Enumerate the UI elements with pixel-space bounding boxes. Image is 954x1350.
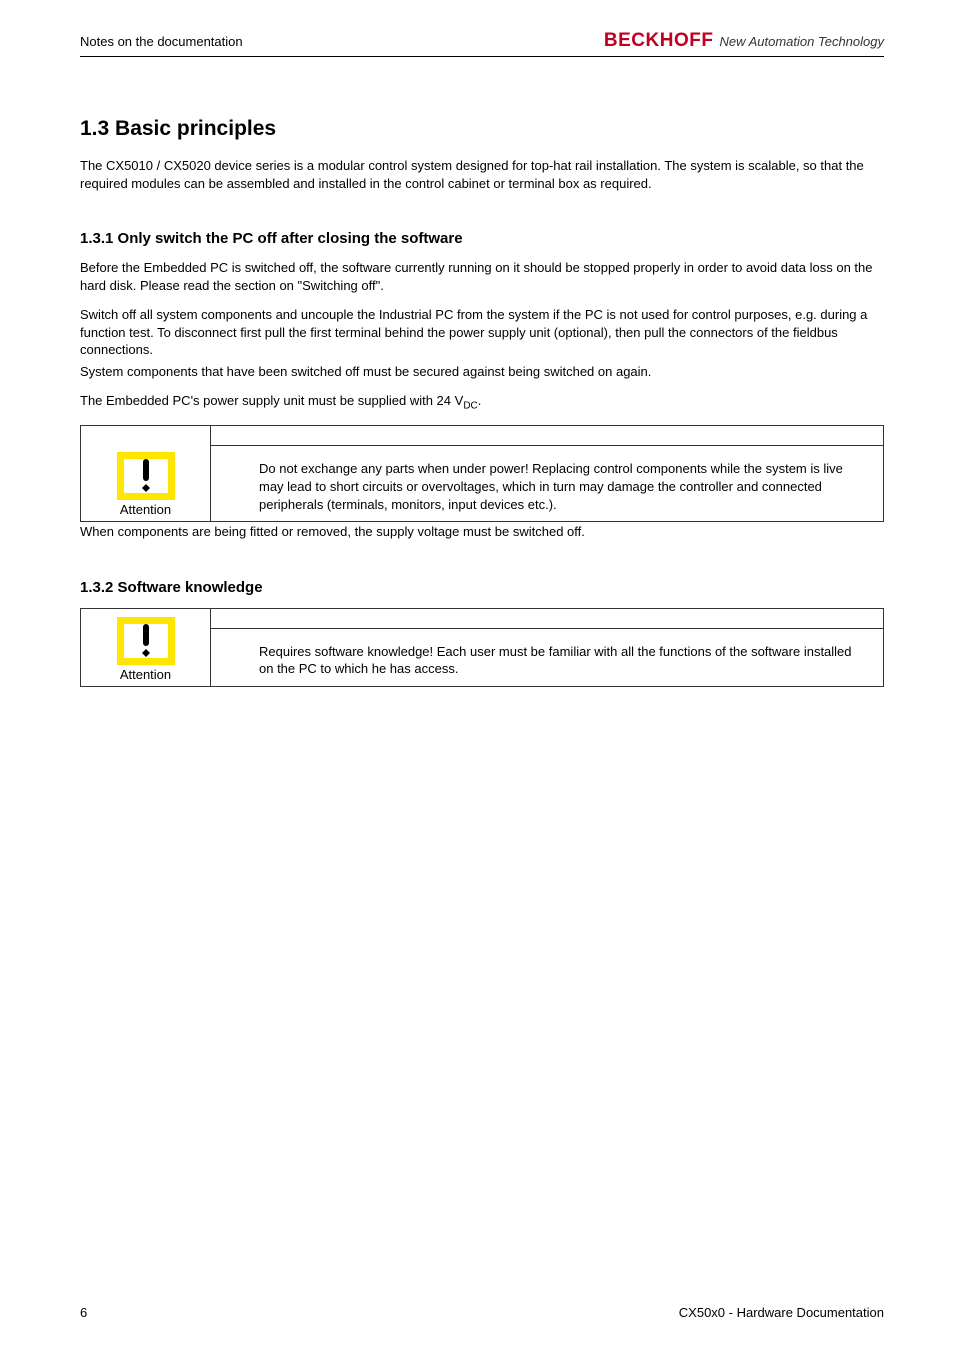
para-basic: The CX5010 / CX5020 device series is a m… — [80, 157, 884, 192]
para-safety-3-post: . — [478, 393, 482, 408]
heading-switch-off: 1.3.1 Only switch the PC off after closi… — [80, 230, 884, 247]
para-safety-1: Before the Embedded PC is switched off, … — [80, 259, 884, 294]
brand-logo: BECKHOFF — [604, 30, 714, 52]
notice-label: Attention — [120, 502, 171, 517]
heading-software-knowledge: 1.3.2 Software knowledge — [80, 579, 884, 596]
attention-icon — [117, 452, 175, 500]
notice-label: Attention — [120, 667, 171, 682]
doc-title: CX50x0 - Hardware Documentation — [679, 1305, 884, 1320]
notice-body-1: Do not exchange any parts when under pow… — [211, 446, 883, 521]
notice-title-bar — [211, 609, 883, 629]
para-safety-2b: System components that have been switche… — [80, 363, 884, 381]
notice-title-bar — [211, 426, 883, 446]
notice-attention-2: Attention Requires software knowledge! E… — [80, 608, 884, 687]
attention-icon — [117, 617, 175, 665]
page-number: 6 — [80, 1305, 87, 1320]
para-safety-3-pre: The Embedded PC's power supply unit must… — [80, 393, 463, 408]
page-header: Notes on the documentation BECKHOFF New … — [80, 30, 884, 57]
notice-body-2: Requires software knowledge! Each user m… — [211, 629, 883, 686]
para-after-notice: When components are being fitted or remo… — [80, 523, 884, 541]
para-safety-2a: Switch off all system components and unc… — [80, 306, 884, 359]
page-footer: 6 CX50x0 - Hardware Documentation — [80, 1305, 884, 1320]
notice-left: Attention — [81, 426, 211, 521]
header-section: Notes on the documentation — [80, 34, 243, 49]
heading-basic-principles: 1.3 Basic principles — [80, 117, 884, 141]
para-safety-3: The Embedded PC's power supply unit must… — [80, 392, 884, 413]
brand-tagline: New Automation Technology — [719, 34, 884, 49]
notice-left: Attention — [81, 609, 211, 686]
para-safety-3-sub: DC — [463, 401, 477, 412]
notice-attention-1: Attention Do not exchange any parts when… — [80, 425, 884, 522]
